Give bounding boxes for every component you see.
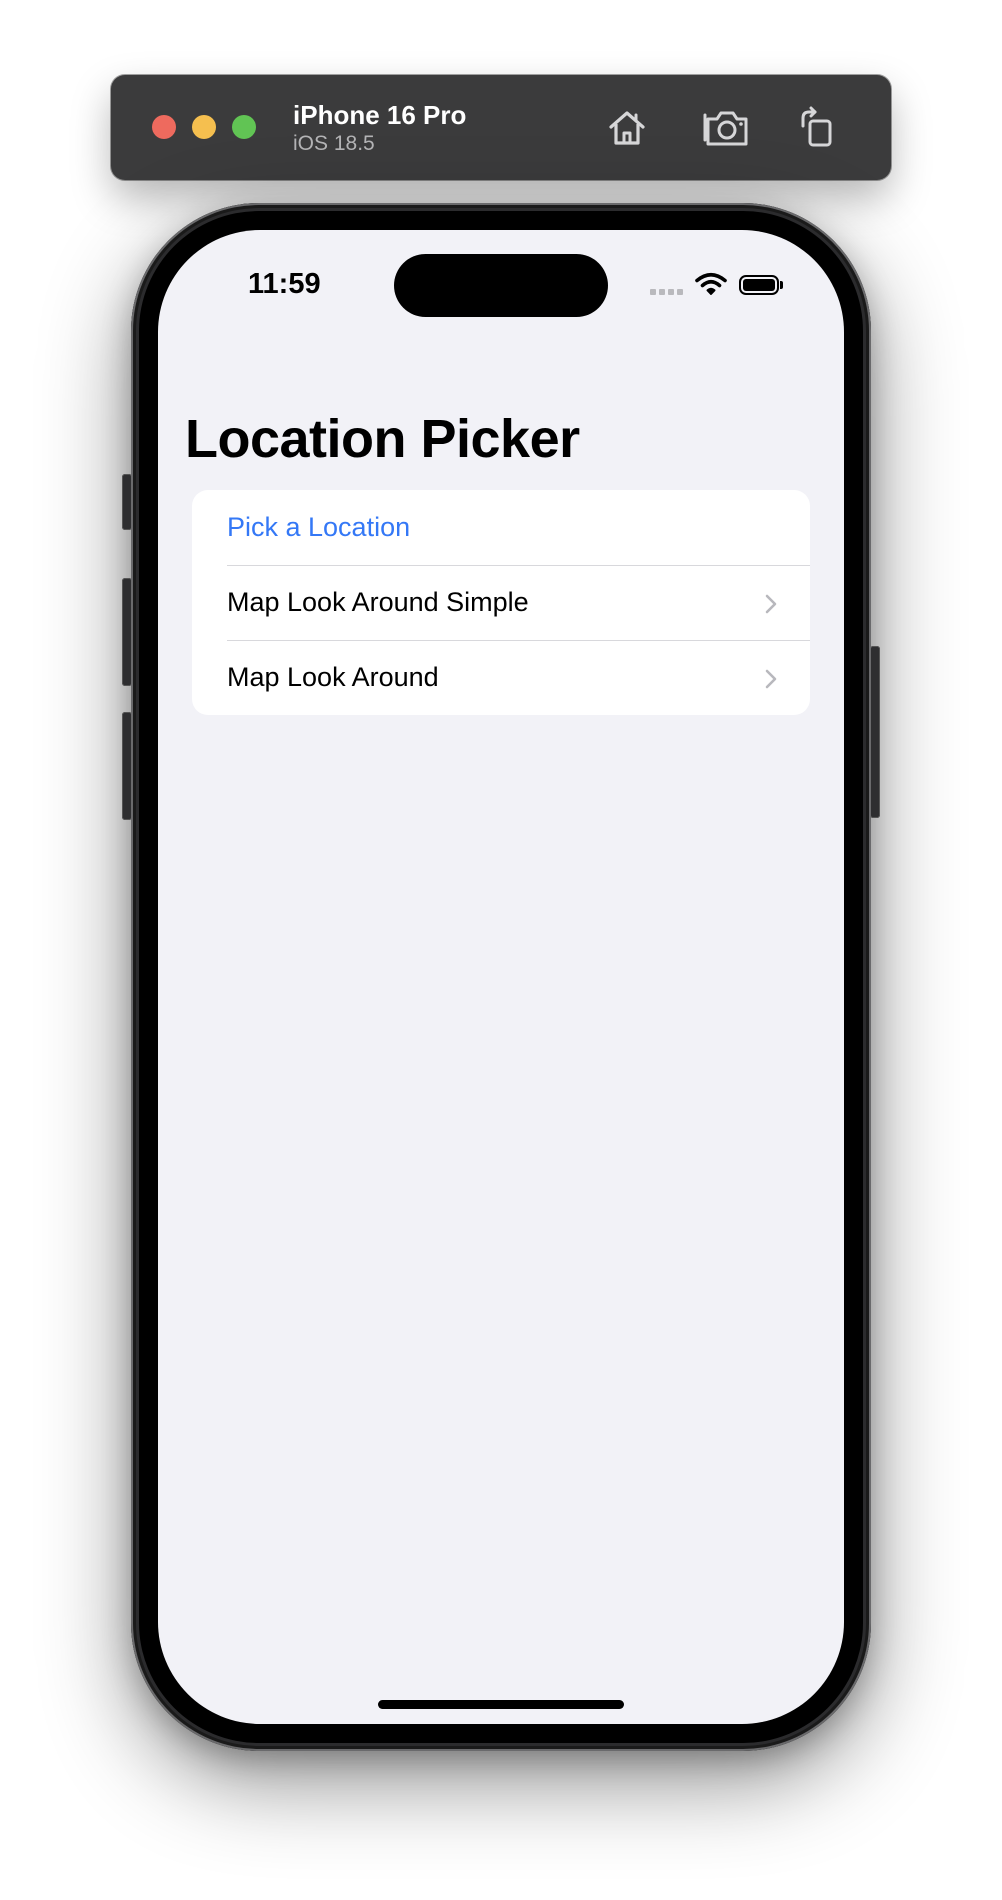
options-list: Pick a Location Map Look Around Simple M… bbox=[192, 490, 810, 715]
rotate-device-button[interactable] bbox=[792, 105, 840, 151]
simulator-toolbar: iPhone 16 Pro iOS 18.5 bbox=[111, 75, 891, 180]
screenshot-button[interactable] bbox=[703, 105, 751, 151]
battery-icon bbox=[739, 275, 779, 295]
device-name: iPhone 16 Pro bbox=[293, 100, 467, 130]
wifi-icon bbox=[695, 272, 727, 295]
list-item-label: Map Look Around bbox=[227, 662, 439, 692]
list-item-map-look-around-simple[interactable]: Map Look Around Simple bbox=[192, 565, 810, 640]
device-screen: 11:59 Location Picker Pick a Location Ma… bbox=[158, 230, 844, 1724]
list-item-label: Pick a Location bbox=[227, 512, 411, 542]
device-os-version: iOS 18.5 bbox=[293, 132, 375, 155]
chevron-right-icon bbox=[765, 594, 777, 614]
battery-cap bbox=[780, 281, 783, 289]
list-item-label: Map Look Around Simple bbox=[227, 587, 529, 617]
dynamic-island bbox=[394, 254, 608, 317]
status-bar-time: 11:59 bbox=[248, 268, 321, 300]
pick-location-button[interactable]: Pick a Location bbox=[192, 490, 810, 565]
close-window-button[interactable] bbox=[152, 115, 176, 139]
chevron-right-icon bbox=[765, 669, 777, 689]
side-power-button[interactable] bbox=[870, 646, 880, 818]
home-indicator[interactable] bbox=[378, 1700, 624, 1709]
page-title: Location Picker bbox=[185, 409, 580, 469]
screenshot-camera-icon bbox=[703, 111, 748, 146]
home-button[interactable] bbox=[603, 105, 651, 151]
home-icon bbox=[609, 111, 645, 145]
cellular-signal-icon bbox=[650, 289, 683, 295]
rotate-icon bbox=[801, 106, 832, 147]
simulator-window: iPhone 16 Pro iOS 18.5 11:59 Location Pi… bbox=[0, 0, 1002, 1900]
zoom-window-button[interactable] bbox=[232, 115, 256, 139]
list-item-map-look-around[interactable]: Map Look Around bbox=[192, 640, 810, 715]
minimize-window-button[interactable] bbox=[192, 115, 216, 139]
